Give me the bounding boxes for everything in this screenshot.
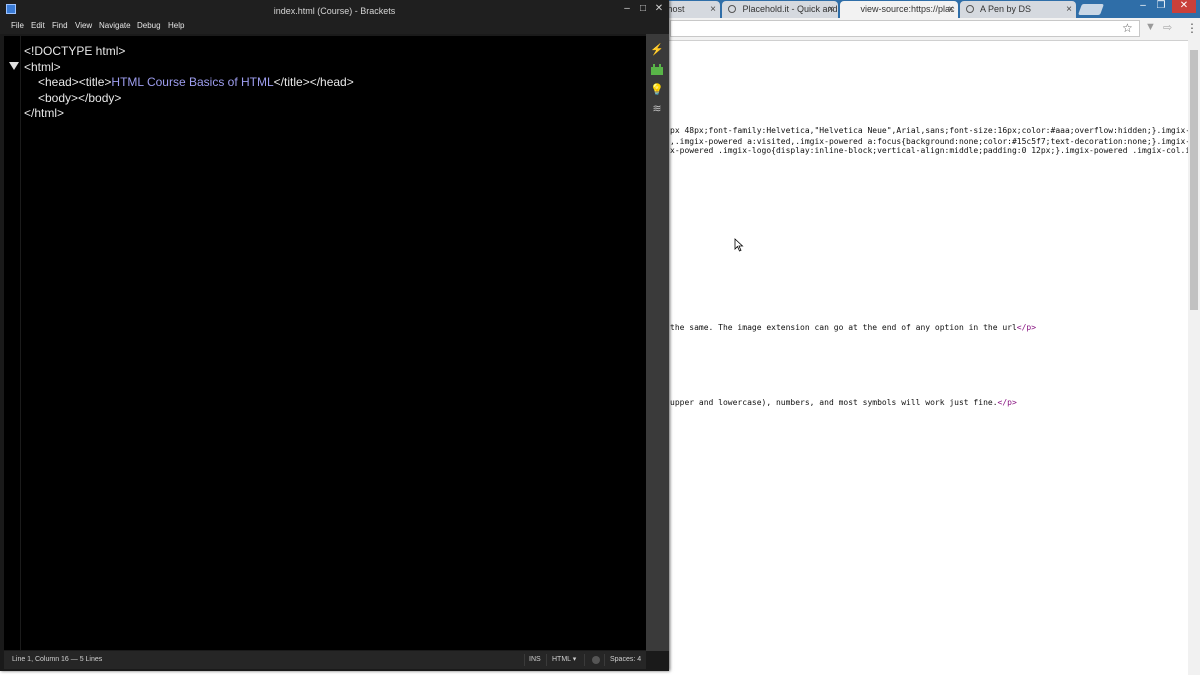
menu-edit[interactable]: Edit: [31, 18, 45, 34]
extension-manager-icon[interactable]: [650, 64, 664, 76]
close-tab-icon[interactable]: ×: [828, 1, 834, 18]
globe-icon: [728, 5, 736, 13]
menu-file[interactable]: File: [11, 18, 24, 34]
source-line: the same. The image extension can go at …: [670, 323, 1037, 332]
menu-help[interactable]: Help: [168, 18, 184, 34]
tab-label: A Pen by DS: [980, 4, 1032, 14]
menu-bar: File Edit Find View Navigate Debug Help: [0, 18, 669, 34]
restore-icon[interactable]: ❐: [1152, 0, 1170, 13]
divider: [584, 654, 585, 666]
code-line: <body></body>: [38, 91, 122, 105]
close-icon[interactable]: ✕: [1172, 0, 1196, 13]
close-tab-icon[interactable]: ×: [1066, 1, 1072, 18]
code-line: <html>: [24, 60, 61, 74]
code-line: <head><title>HTML Course Basics of HTML<…: [38, 75, 354, 89]
linter-status-icon[interactable]: [592, 656, 600, 664]
bookmark-star-icon[interactable]: ☆: [1122, 21, 1133, 35]
address-bar[interactable]: [670, 20, 1140, 37]
minimize-icon[interactable]: –: [1134, 0, 1152, 13]
divider: [604, 654, 605, 666]
cursor-position: Line 1, Column 16 — 5 Lines: [12, 656, 103, 663]
source-line: ,.imgix-powered a:visited,.imgix-powered…: [670, 137, 1200, 146]
title-bar: index.html (Course) - Brackets – □ ✕: [0, 0, 669, 18]
scrollbar-thumb[interactable]: [1190, 50, 1198, 310]
codepen-icon: [966, 5, 974, 13]
source-line: x-powered .imgix-logo{display:inline-blo…: [670, 146, 1200, 155]
extension-icon-2[interactable]: ⇨: [1163, 21, 1172, 34]
new-tab-button[interactable]: [1077, 4, 1105, 15]
tab-label: view-source:https://plac: [860, 4, 955, 14]
close-tab-icon[interactable]: ×: [948, 1, 954, 18]
close-icon[interactable]: ✕: [652, 3, 666, 17]
code-line: </html>: [24, 106, 65, 120]
page-scrollbar[interactable]: [1188, 40, 1200, 675]
code-line: <!DOCTYPE html>: [24, 44, 126, 58]
editor-gutter: [4, 36, 21, 650]
status-bar: Line 1, Column 16 — 5 Lines INS HTML ▾ S…: [4, 651, 646, 669]
close-tab-icon[interactable]: ×: [710, 1, 716, 18]
maximize-icon[interactable]: □: [636, 3, 650, 17]
language-select[interactable]: HTML ▾: [552, 651, 576, 669]
layers-icon[interactable]: ≋: [650, 103, 664, 115]
tab-label: Placehold.it - Quick and: [742, 4, 838, 14]
brackets-window: index.html (Course) - Brackets – □ ✕ Fil…: [0, 0, 669, 671]
live-preview-icon[interactable]: ⚡: [650, 44, 664, 56]
divider: [524, 654, 525, 666]
menu-debug[interactable]: Debug: [137, 18, 161, 34]
lightbulb-icon[interactable]: 💡: [650, 84, 664, 96]
fold-arrow-icon[interactable]: [9, 62, 19, 70]
insert-mode-toggle[interactable]: INS: [529, 651, 541, 669]
menu-navigate[interactable]: Navigate: [99, 18, 131, 34]
extension-icon[interactable]: ▼: [1145, 21, 1156, 33]
browser-tab-codepen[interactable]: A Pen by DS ×: [960, 1, 1076, 18]
indent-setting[interactable]: Spaces: 4: [610, 651, 641, 669]
chevron-down-icon: ▾: [572, 656, 577, 663]
source-line: upper and lowercase), numbers, and most …: [670, 398, 1017, 407]
browser-tab-placeholdit[interactable]: Placehold.it - Quick and ×: [722, 1, 838, 18]
browser-tab-view-source[interactable]: view-source:https://plac ×: [840, 1, 958, 18]
browser-menu-icon[interactable]: ⋮: [1186, 21, 1198, 35]
minimize-icon[interactable]: –: [620, 3, 634, 17]
menu-find[interactable]: Find: [52, 18, 68, 34]
divider: [546, 654, 547, 666]
menu-view[interactable]: View: [75, 18, 92, 34]
code-editor[interactable]: <!DOCTYPE html> <html> <head><title>HTML…: [4, 36, 646, 650]
right-toolbar: ⚡ 💡 ≋: [646, 34, 669, 651]
source-line: px 48px;font-family:Helvetica,"Helvetica…: [670, 126, 1200, 135]
page-icon: [846, 5, 854, 13]
